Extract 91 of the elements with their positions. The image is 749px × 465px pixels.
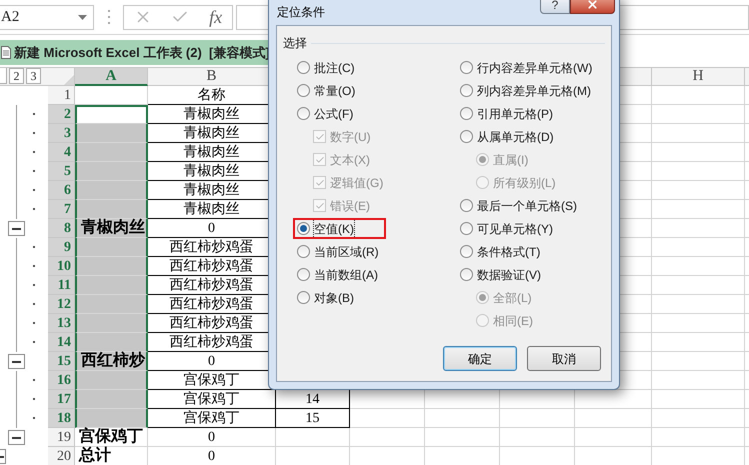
check-icon	[314, 154, 324, 164]
dialog-title: 定位条件	[277, 4, 325, 21]
row-header[interactable]: 12	[48, 295, 75, 314]
table-cell: 宫保鸡丁	[148, 409, 276, 428]
row-header[interactable]: 5	[48, 162, 75, 181]
name-box[interactable]: A2	[0, 4, 94, 30]
insert-function-button[interactable]: fx	[209, 4, 222, 30]
outline-level-button[interactable]: 3	[26, 68, 41, 84]
row-header[interactable]: 15	[48, 352, 75, 371]
column-header[interactable]: H	[652, 68, 745, 86]
option-label: 数据验证(V)	[477, 266, 541, 284]
table-cell: 宫保鸡丁	[75, 428, 148, 447]
row-header[interactable]: 7	[48, 200, 75, 219]
document-icon	[1, 46, 11, 59]
collapse-button[interactable]	[8, 354, 25, 369]
table-cell: 0	[148, 428, 276, 447]
row-header[interactable]: 4	[48, 143, 75, 162]
check-icon	[314, 200, 324, 210]
radio-button[interactable]	[297, 268, 310, 281]
check-icon	[314, 132, 324, 142]
option-label: 当前区域(R)	[314, 244, 379, 260]
option-label: 错误(E)	[330, 198, 370, 214]
row-header[interactable]: 16	[48, 371, 75, 390]
option-label: 列内容差异单元格(M)	[477, 82, 591, 100]
option-label: 空值(K)	[314, 220, 354, 238]
row-header[interactable]: 1	[48, 86, 75, 105]
row-header[interactable]: 13	[48, 314, 75, 333]
check-icon	[314, 178, 324, 188]
row-header[interactable]: 14	[48, 333, 75, 352]
close-icon	[586, 0, 599, 11]
group-label: 选择	[283, 35, 307, 52]
collapse-button[interactable]	[8, 221, 25, 236]
cancel-button[interactable]: 取消	[527, 346, 601, 371]
option-label: 行内容差异单元格(W)	[477, 60, 592, 76]
row-header[interactable]: 20	[48, 447, 75, 465]
radio-button[interactable]	[297, 84, 310, 97]
option-label: 常量(O)	[314, 82, 356, 100]
option-label: 批注(C)	[314, 60, 355, 76]
ok-button[interactable]: 确定	[443, 346, 517, 371]
option-label: 文本(X)	[330, 152, 370, 168]
row-header[interactable]: 8	[48, 219, 75, 238]
option-label: 从属单元格(D)	[477, 128, 554, 146]
row-header[interactable]: 18	[48, 409, 75, 428]
option-label: 最后一个单元格(S)	[477, 198, 577, 214]
option-label: 相同(E)	[493, 312, 533, 330]
radio-button[interactable]	[460, 107, 473, 120]
collapse-button[interactable]	[8, 430, 25, 445]
radio-button[interactable]	[460, 268, 473, 281]
collapse-button[interactable]	[0, 449, 6, 464]
radio-button[interactable]	[297, 61, 310, 74]
row-header[interactable]: 10	[48, 257, 75, 276]
radio-button[interactable]	[460, 84, 473, 97]
option-label: 可见单元格(Y)	[477, 220, 553, 238]
radio-button[interactable]	[460, 222, 473, 235]
dropdown-caret-icon	[78, 14, 87, 20]
row-header[interactable]: 2	[48, 105, 75, 124]
table-cell: 青椒肉丝	[75, 219, 148, 238]
option-label: 全部(L)	[493, 290, 532, 306]
radio-button[interactable]	[460, 199, 473, 212]
table-cell: 0	[148, 447, 276, 465]
help-button[interactable]: ?	[540, 0, 570, 14]
row-header[interactable]: 17	[48, 390, 75, 409]
option-label: 直属(I)	[493, 152, 528, 168]
outline-level-button[interactable]	[0, 68, 7, 84]
radio-button[interactable]	[460, 245, 473, 258]
radio-button[interactable]	[460, 130, 473, 143]
row-header[interactable]: 11	[48, 276, 75, 295]
option-label: 逻辑值(G)	[330, 174, 384, 192]
option-label: 当前数组(A)	[314, 266, 378, 284]
table-cell: 15	[276, 409, 350, 428]
radio-button[interactable]	[297, 107, 310, 120]
option-label: 引用单元格(P)	[477, 106, 553, 122]
column-header[interactable]: A	[75, 68, 148, 86]
radio-button[interactable]	[297, 291, 310, 304]
row-header[interactable]: 19	[48, 428, 75, 447]
row-header[interactable]: 9	[48, 238, 75, 257]
radio-button[interactable]	[297, 245, 310, 258]
row-header[interactable]: 6	[48, 181, 75, 200]
option-label: 公式(F)	[314, 106, 354, 122]
close-button[interactable]	[570, 0, 615, 14]
option-label: 数字(U)	[330, 128, 371, 146]
option-label: 对象(B)	[314, 290, 354, 306]
option-label: 所有级别(L)	[493, 174, 556, 192]
corner-triangle-icon	[64, 75, 74, 85]
table-cell: 西红柿炒	[75, 352, 148, 371]
radio-button[interactable]	[460, 61, 473, 74]
option-label: 条件格式(T)	[477, 244, 540, 260]
row-header[interactable]: 3	[48, 124, 75, 143]
radio-button[interactable]	[297, 222, 310, 235]
outline-level-button[interactable]: 2	[9, 68, 24, 84]
table-cell: 宫保鸡丁	[148, 390, 276, 409]
